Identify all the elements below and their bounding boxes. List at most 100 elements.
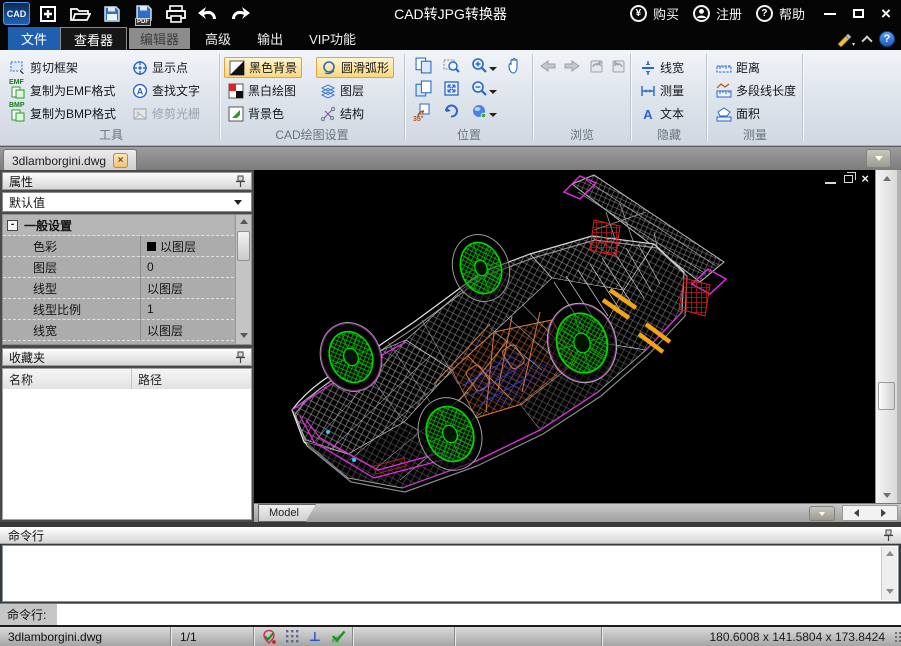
tab-viewer[interactable]: 查看器	[60, 27, 127, 50]
property-row[interactable]: 图层 0	[3, 257, 234, 278]
scroll-down-icon[interactable]	[240, 333, 248, 338]
favorites-list[interactable]	[2, 389, 252, 520]
structure-button[interactable]: 结构	[316, 103, 368, 124]
view-redo-button[interactable]	[608, 56, 628, 76]
buy-icon[interactable]: ¥	[630, 5, 647, 22]
scroll-right-button[interactable]	[870, 506, 897, 520]
clip-frame-button[interactable]: 剪切框架	[6, 57, 82, 78]
pen-tool-icon[interactable]	[835, 31, 855, 47]
scrollbar-thumb[interactable]	[237, 231, 250, 261]
show-points-button[interactable]: 显示点	[128, 57, 192, 78]
view-forward-button[interactable]	[562, 56, 582, 76]
zoom-in-button[interactable]	[469, 55, 489, 75]
zoom-out-dropdown[interactable]	[488, 82, 498, 102]
maximize-button[interactable]	[847, 4, 869, 24]
measure-hide-button[interactable]: 测量	[636, 80, 688, 101]
close-button[interactable]: ×	[875, 4, 897, 24]
collapse-icon[interactable]: -	[7, 220, 18, 231]
scroll-down-button[interactable]	[876, 487, 897, 503]
layers-button[interactable]: 图层	[316, 80, 368, 101]
smooth-arc-toggle[interactable]: 圆滑弧形	[316, 57, 394, 78]
distance-button[interactable]: 距离	[712, 57, 764, 78]
pin-icon[interactable]	[235, 175, 245, 188]
area-button[interactable]: 面积	[712, 103, 764, 124]
tab-editor[interactable]: 编辑器	[129, 28, 190, 49]
pin-icon[interactable]	[235, 351, 245, 364]
pin-icon[interactable]	[883, 529, 893, 542]
resize-grip[interactable]	[895, 640, 897, 642]
zoom-in-dropdown[interactable]	[488, 59, 498, 79]
copy-emf-button[interactable]: EMF 复制为EMF格式	[6, 80, 119, 101]
polyline-length-button[interactable]: 多段线长度	[712, 80, 800, 101]
save-as-pdf-button[interactable]: PDF	[131, 3, 157, 25]
document-close-icon[interactable]: ×	[113, 153, 128, 168]
tab-advanced[interactable]: 高级	[192, 27, 244, 50]
canvas-minimize-icon[interactable]	[825, 182, 836, 184]
help-button[interactable]: 帮助	[779, 4, 805, 23]
background-color-button[interactable]: 背景色	[224, 103, 288, 124]
grid-toggle[interactable]	[283, 628, 301, 645]
text-hide-button[interactable]: A 文本	[636, 103, 688, 124]
scroll-up-button[interactable]	[876, 170, 897, 186]
minimize-button[interactable]	[819, 4, 841, 24]
canvas-vertical-scrollbar[interactable]	[875, 170, 897, 503]
find-text-button[interactable]: A 查找文字	[128, 80, 204, 101]
zoom-extents-button[interactable]	[441, 78, 461, 98]
redo-button[interactable]	[227, 3, 253, 25]
collapse-ribbon-icon[interactable]	[861, 35, 872, 46]
copy-view-button[interactable]	[413, 55, 433, 75]
snap-toggle[interactable]	[260, 628, 278, 645]
tab-model[interactable]: Model	[258, 504, 316, 522]
print-button[interactable]	[163, 3, 189, 25]
orbit-3d-button[interactable]	[469, 101, 489, 121]
ortho-toggle[interactable]: ⊥	[306, 628, 324, 645]
layout-dropdown[interactable]	[809, 506, 835, 521]
canvas-close-icon[interactable]: ×	[861, 174, 869, 184]
orbit-dropdown[interactable]	[488, 105, 498, 125]
property-row[interactable]: 线宽 以图层	[3, 320, 234, 341]
tab-file[interactable]: 文件	[8, 27, 60, 50]
open-file-button[interactable]	[67, 3, 93, 25]
copy-view2-button[interactable]	[413, 78, 433, 98]
help-icon[interactable]: ?	[756, 5, 773, 22]
drawing-canvas[interactable]: ×	[254, 170, 875, 503]
osnap-toggle[interactable]	[329, 628, 347, 645]
black-background-toggle[interactable]: 黑色背景	[224, 57, 302, 78]
undo-button[interactable]	[195, 3, 221, 25]
zoom-window-button[interactable]	[441, 55, 461, 75]
rotate-view-button[interactable]: 35°	[413, 101, 433, 121]
scrollbar-thumb[interactable]	[878, 382, 895, 410]
scroll-left-button[interactable]	[843, 506, 870, 520]
bw-drawing-button[interactable]: 黑白绘图	[224, 80, 300, 101]
register-icon[interactable]	[693, 5, 710, 22]
scroll-down-icon[interactable]	[886, 589, 894, 594]
canvas-restore-icon[interactable]	[844, 175, 853, 183]
property-row[interactable]: 线型比例 1	[3, 299, 234, 320]
ribbon-help-icon[interactable]: ?	[879, 31, 895, 47]
refresh-view-button[interactable]	[441, 101, 461, 121]
new-file-button[interactable]	[35, 3, 61, 25]
register-button[interactable]: 注册	[716, 4, 742, 23]
document-tab[interactable]: 3dlamborgini.dwg ×	[3, 149, 137, 171]
property-row[interactable]: 色彩 以图层	[3, 236, 234, 257]
app-logo-icon[interactable]: CAD	[3, 2, 30, 25]
line-width-button[interactable]: 线宽	[636, 57, 688, 78]
tab-list-dropdown[interactable]	[866, 149, 891, 168]
save-button[interactable]	[99, 3, 125, 25]
tab-output[interactable]: 输出	[244, 27, 296, 50]
property-grid-scrollbar[interactable]	[235, 215, 251, 344]
trim-raster-button[interactable]: 修剪光栅	[128, 103, 204, 124]
property-row[interactable]: 线型 以图层	[3, 278, 234, 299]
view-back-button[interactable]	[538, 56, 558, 76]
preset-dropdown[interactable]: 默认值	[2, 192, 252, 212]
pan-button[interactable]	[503, 55, 523, 75]
view-undo-button[interactable]	[586, 56, 606, 76]
command-output-scrollbar[interactable]	[881, 547, 897, 600]
column-name[interactable]: 名称	[3, 369, 131, 389]
command-input[interactable]	[57, 604, 901, 625]
buy-button[interactable]: 购买	[653, 4, 679, 23]
scroll-up-icon[interactable]	[240, 219, 248, 224]
copy-bmp-button[interactable]: BMP 复制为BMP格式	[6, 103, 120, 124]
property-group-row[interactable]: - 一般设置	[3, 215, 234, 236]
command-output[interactable]	[2, 545, 899, 602]
